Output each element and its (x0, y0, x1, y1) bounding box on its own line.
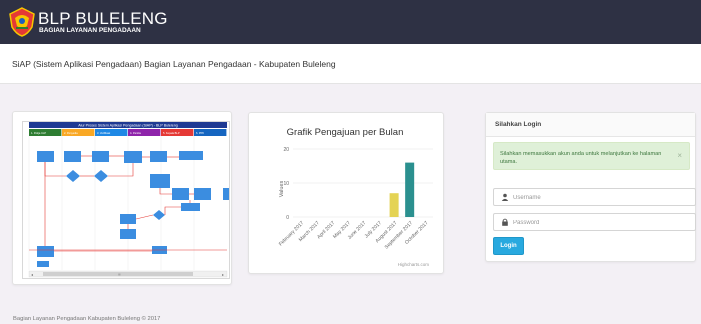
flow-box (120, 214, 136, 224)
alert-message: Silahkan memasukkan akun anda untuk mela… (500, 151, 662, 165)
flow-box (194, 188, 211, 200)
swimlane-label: 5. Kepala BLP (163, 131, 180, 135)
flow-box (172, 188, 189, 200)
flow-box (181, 203, 200, 211)
bar (389, 193, 399, 217)
username-field[interactable] (493, 188, 696, 206)
flowchart-title: Alur Proses Sistem Aplikasi Pengadaan (S… (78, 124, 177, 128)
swimlane-label: 2. Penyedia (64, 131, 78, 135)
login-panel-header: Silahkan Login (486, 113, 695, 137)
username-input[interactable] (513, 192, 683, 203)
swimlane-label: 4. Panitia (130, 131, 141, 135)
page-title: SiAP (Sistem Aplikasi Pengadaan) Bagian … (12, 59, 336, 69)
page-header: SiAP (Sistem Aplikasi Pengadaan) Bagian … (0, 44, 701, 84)
flow-box (37, 151, 54, 162)
brand-subtitle: BAGIAN LAYANAN PENGADAAN (39, 27, 141, 34)
y-tick-label: 0 (286, 215, 289, 221)
swimlane-label: 6. PPK (196, 131, 204, 135)
y-tick-label: 20 (283, 147, 289, 153)
flowchart-viewer[interactable]: Alur Proses Sistem Aplikasi Pengadaan (S… (22, 121, 230, 279)
footer-copyright: Bagian Layanan Pengadaan Kabupaten Bulel… (13, 316, 161, 322)
flow-box (179, 151, 203, 160)
user-icon (501, 193, 509, 201)
flow-box (37, 246, 54, 257)
scroll-left-arrow: ◂ (31, 272, 33, 277)
flowchart-panel: Alur Proses Sistem Aplikasi Pengadaan (S… (12, 111, 232, 285)
flow-box (120, 229, 136, 239)
brand-title[interactable]: BLP BULELENG (38, 9, 168, 29)
scrollbar-label: III (118, 272, 121, 276)
process-flowchart: Alur Proses Sistem Aplikasi Pengadaan (S… (28, 122, 229, 278)
swimlane-label: 3. Verifikasi (97, 131, 111, 135)
chart-title: Grafik Pengajuan per Bulan (287, 127, 404, 138)
login-title: Silahkan Login (495, 121, 542, 128)
chart-credits: Highcharts.com (398, 262, 430, 267)
alert-close-icon[interactable]: × (677, 151, 682, 160)
flow-box (223, 188, 229, 200)
flow-box (92, 151, 109, 162)
info-alert: Silahkan memasukkan akun anda untuk mela… (493, 142, 690, 170)
login-panel: Silahkan Login Silahkan memasukkan akun … (485, 112, 696, 262)
flow-box (150, 174, 170, 188)
password-field[interactable] (493, 213, 696, 231)
flow-box (124, 151, 142, 163)
login-button[interactable]: Login (493, 237, 524, 255)
bar (405, 162, 415, 217)
password-input[interactable] (513, 217, 683, 228)
swimlane-label: 1. Pokja ULP (31, 131, 46, 135)
chart-panel: Grafik Pengajuan per Bulan Values 0 10 20 … (248, 112, 444, 274)
flow-box (64, 151, 81, 162)
flow-box (37, 261, 49, 267)
lock-icon (502, 218, 508, 226)
y-tick-label: 10 (283, 181, 289, 187)
submission-chart: Grafik Pengajuan per Bulan Values 01020 … (278, 127, 433, 267)
flow-box (150, 151, 167, 162)
scroll-right-arrow: ▸ (222, 272, 224, 277)
top-navbar: BLP BULELENG BAGIAN LAYANAN PENGADAAN (0, 0, 701, 44)
buleleng-crest-logo[interactable] (8, 7, 36, 37)
